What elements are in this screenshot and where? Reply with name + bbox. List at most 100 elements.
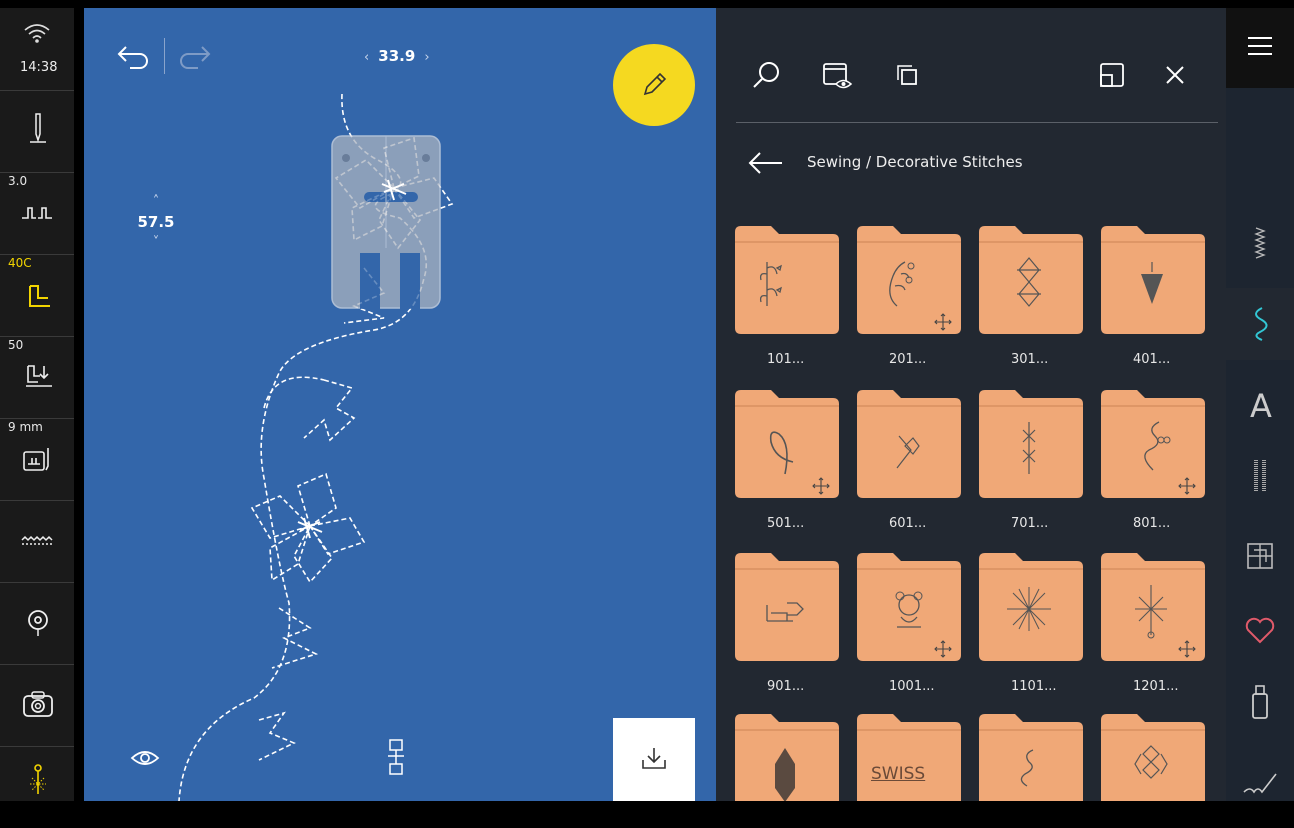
needle-stop-icon (30, 764, 46, 794)
length-increase-icon[interactable]: › (424, 50, 429, 65)
folder-label: 301... (1011, 352, 1049, 367)
needle-icon (30, 113, 46, 143)
folder-icon (979, 390, 1083, 498)
width-decrease-icon[interactable]: ˅ (136, 235, 176, 250)
presser-foot-height-icon (23, 448, 49, 471)
width-increase-icon[interactable]: ˄ (136, 194, 176, 209)
decorative-stitches-tab[interactable] (1226, 288, 1294, 360)
needle-position-button[interactable] (0, 90, 74, 173)
category-strip: A (1226, 8, 1294, 801)
stitch-folder[interactable] (979, 226, 1083, 334)
presser-foot-pressure-button[interactable]: 50 (0, 336, 74, 419)
stitch-folder[interactable] (979, 390, 1083, 498)
stitch-canvas[interactable]: ‹ 33.9 › ˄ 57.5 ˅ (84, 8, 716, 801)
stitch-folder[interactable] (857, 226, 961, 334)
stitch-folder[interactable] (979, 553, 1083, 661)
usb-stick-icon[interactable] (1242, 684, 1278, 720)
feed-dog-icon (21, 535, 54, 545)
folder-label: 201... (889, 352, 927, 367)
folder-icon (979, 553, 1083, 661)
folder-icon (857, 390, 961, 498)
folder-label: 1201... (1133, 679, 1179, 694)
search-icon[interactable] (750, 58, 784, 92)
quilt-stitches-icon[interactable] (1242, 538, 1278, 574)
presser-pressure-value: 50 (8, 338, 24, 352)
undo-icon[interactable] (114, 42, 152, 72)
folder-icon (1101, 714, 1205, 801)
folder-label: 701... (1011, 516, 1049, 531)
stitch-folder[interactable] (857, 390, 961, 498)
preview-icon[interactable] (820, 58, 854, 92)
folder-icon (1101, 390, 1205, 498)
menu-button[interactable] (1226, 8, 1294, 88)
stitch-folder[interactable] (735, 553, 839, 661)
folder-label: 101... (767, 352, 805, 367)
folder-icon (735, 226, 839, 334)
stitch-folder[interactable] (857, 553, 961, 661)
stitch-folder[interactable] (735, 226, 839, 334)
stitch-length-control[interactable]: ‹ 33.9 › (364, 46, 430, 65)
stitch-folder[interactable] (979, 714, 1083, 801)
stitch-folder[interactable] (1101, 714, 1205, 801)
stitch-folder[interactable] (1101, 553, 1205, 661)
utility-stitches-icon[interactable] (1242, 226, 1278, 262)
foot-height-value: 9 mm (8, 420, 43, 434)
swiss-stitch-label: SWISS (871, 764, 926, 784)
stitch-folder[interactable] (1101, 226, 1205, 334)
back-arrow-icon[interactable] (746, 148, 786, 178)
stitch-width-button[interactable]: 3.0 (0, 172, 74, 255)
thread-tension-button[interactable]: 40C (0, 254, 74, 337)
close-icon[interactable] (1158, 58, 1192, 92)
edit-button[interactable] (613, 44, 695, 126)
duplicate-icon[interactable] (890, 58, 924, 92)
stitch-length-value: 33.9 (378, 47, 416, 65)
folder-icon (857, 226, 961, 334)
favorites-heart-icon[interactable] (1242, 612, 1278, 648)
stitch-pattern-preview (178, 93, 454, 801)
folder-icon (1101, 226, 1205, 334)
folder-icon (735, 714, 839, 801)
folder-label: 601... (889, 516, 927, 531)
length-decrease-icon[interactable]: ‹ (364, 50, 369, 65)
thread-tension-icon (29, 285, 50, 307)
bobbin-icon (28, 610, 48, 636)
folder-icon (857, 553, 961, 661)
toolbar-divider (164, 38, 165, 74)
stitch-folder[interactable] (735, 390, 839, 498)
bobbin-button[interactable] (0, 582, 74, 665)
folder-label: 1101... (1011, 679, 1057, 694)
breadcrumb: Sewing / Decorative Stitches (807, 153, 1023, 171)
stitch-folder[interactable]: SWISS (857, 714, 961, 801)
folder-icon (979, 226, 1083, 334)
eye-icon[interactable] (130, 746, 160, 770)
status-cell: 14:38 (0, 8, 74, 91)
decorative-stitches-icon (1255, 307, 1268, 341)
stitch-width-icon (22, 207, 52, 219)
download-button[interactable] (613, 718, 695, 801)
needle-stop-button[interactable] (0, 746, 74, 828)
folder-label: 501... (767, 516, 805, 531)
presser-foot-pressure-icon (26, 365, 52, 387)
pattern-start-icon[interactable] (384, 738, 410, 778)
camera-button[interactable] (0, 664, 74, 747)
feed-dog-button[interactable] (0, 500, 74, 583)
download-icon (642, 748, 666, 769)
edit-pencil-icon (643, 72, 667, 96)
stitch-folder[interactable] (735, 714, 839, 801)
folder-icon (1101, 553, 1205, 661)
clock: 14:38 (20, 60, 58, 75)
menu-icon (1248, 37, 1272, 55)
buttonholes-icon[interactable] (1242, 458, 1278, 494)
alphabets-icon[interactable]: A (1246, 386, 1276, 426)
stitch-folder[interactable] (1101, 390, 1205, 498)
thread-tension-value: 40C (8, 256, 32, 270)
presser-foot-height-button[interactable]: 9 mm (0, 418, 74, 501)
embroidery-icon[interactable] (1242, 762, 1278, 798)
folder-label: 801... (1133, 516, 1171, 531)
redo-icon[interactable] (176, 42, 214, 72)
folder-icon (857, 714, 961, 801)
stitch-width-control[interactable]: ˄ 57.5 ˅ (136, 194, 176, 250)
folder-icon (735, 553, 839, 661)
window-icon[interactable] (1096, 58, 1130, 92)
stitch-width-value: 57.5 (137, 213, 175, 231)
